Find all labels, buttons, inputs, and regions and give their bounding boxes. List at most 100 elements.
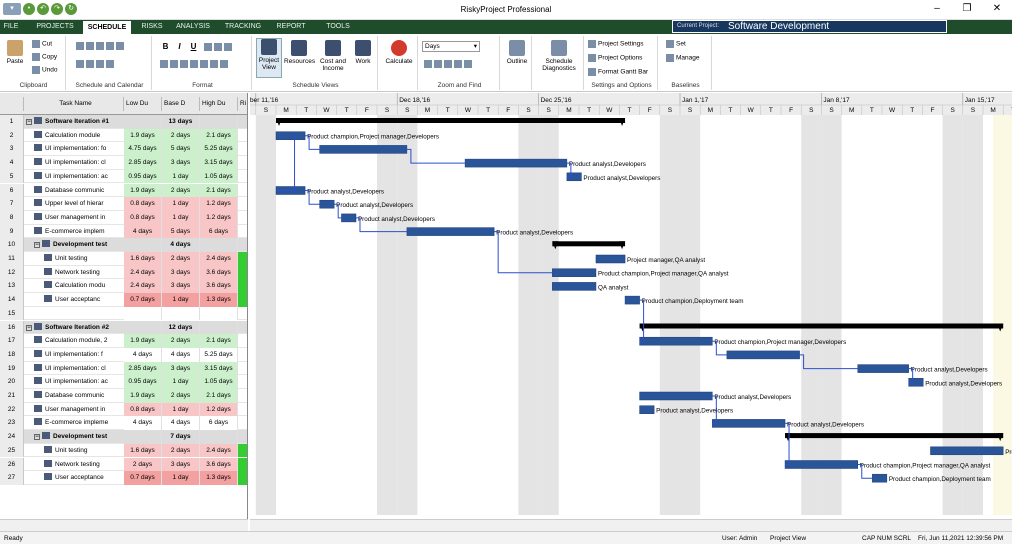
- table-row[interactable]: 24 − Development test 7 days: [0, 430, 247, 444]
- undo-button[interactable]: Undo: [32, 66, 58, 74]
- diagnostics-button[interactable]: Schedule Diagnostics: [536, 40, 582, 72]
- table-row[interactable]: 18 UI implementation: f4 days 4 days 5.25 d…: [0, 347, 247, 362]
- low-duration-cell[interactable]: 0.8 days: [124, 402, 162, 417]
- base-duration-cell[interactable]: 5 days: [162, 142, 200, 157]
- table-row[interactable]: 2 Calculation module 1.9 days 2 days 2.1 day…: [0, 128, 247, 143]
- task-name-cell[interactable]: E-commerce impleme: [26, 416, 124, 430]
- base-duration-cell[interactable]: 4 days: [162, 238, 200, 252]
- low-duration-cell[interactable]: 0.7 days: [124, 293, 162, 307]
- risk-header[interactable]: Ri: [238, 97, 247, 111]
- task-name-cell[interactable]: E-commerce implem: [26, 225, 124, 239]
- base-duration-cell[interactable]: 1 day: [162, 210, 200, 225]
- table-row[interactable]: 12 Network testing 2.4 days 3 days 3.6 days: [0, 265, 247, 280]
- high-duration-cell[interactable]: 3.6 days: [200, 457, 238, 472]
- high-duration-cell[interactable]: 2.1 days: [200, 334, 238, 348]
- goto-icon[interactable]: [464, 60, 472, 68]
- high-duration-cell[interactable]: 5.25 days: [200, 142, 238, 157]
- table-row[interactable]: 13 Calculation modu 2.4 days 3 days 3.6 days: [0, 279, 247, 294]
- base-duration-cell[interactable]: 1 day: [162, 402, 200, 417]
- task-name-cell[interactable]: User management in: [26, 211, 124, 225]
- task-name-cell[interactable]: Unit testing: [26, 444, 124, 458]
- high-duration-cell[interactable]: [200, 115, 238, 129]
- gantt-horizontal-scrollbar[interactable]: [250, 519, 1012, 531]
- high-duration-cell[interactable]: [200, 320, 238, 335]
- find-icon[interactable]: [454, 60, 462, 68]
- work-button[interactable]: Work: [352, 40, 374, 65]
- collapse-icon[interactable]: −: [34, 434, 40, 441]
- high-duration-cell[interactable]: 1.3 days: [200, 293, 238, 307]
- table-row[interactable]: 21 Database communic 1.9 days 2 days 2.1 day…: [0, 389, 247, 403]
- copy-button[interactable]: Copy: [32, 53, 57, 61]
- base-duration-cell[interactable]: 1 day: [162, 471, 200, 485]
- high-duration-cell[interactable]: [200, 238, 238, 252]
- zoom-out-icon[interactable]: [434, 60, 442, 68]
- tab-projects[interactable]: PROJECTS: [30, 20, 80, 34]
- calendar-icon[interactable]: [96, 60, 104, 68]
- base-duration-cell[interactable]: 12 days: [162, 320, 200, 335]
- paste-button[interactable]: Paste: [4, 40, 26, 65]
- task-name-cell[interactable]: Database communic: [26, 389, 124, 403]
- task-name-cell[interactable]: User acceptanc: [26, 293, 124, 307]
- task-name-cell[interactable]: − Software Iteration #2: [26, 321, 124, 335]
- move-right-icon[interactable]: [86, 60, 94, 68]
- high-duration-cell[interactable]: 3.6 days: [200, 279, 238, 294]
- low-duration-cell[interactable]: 1.9 days: [124, 334, 162, 348]
- low-duration-cell[interactable]: [124, 306, 162, 321]
- split-icon[interactable]: [116, 42, 124, 50]
- current-project-value[interactable]: Software Development: [728, 21, 829, 32]
- align-right-icon[interactable]: [224, 43, 232, 51]
- low-duration-cell[interactable]: [124, 115, 162, 129]
- zoom-in-icon[interactable]: [424, 60, 432, 68]
- low-duration-cell[interactable]: 1.9 days: [124, 183, 162, 198]
- close-icon[interactable]: ✕: [982, 0, 1012, 20]
- high-duration-cell[interactable]: [200, 306, 238, 321]
- table-row[interactable]: 16− Software Iteration #2 12 days: [0, 320, 247, 335]
- high-duration-cell[interactable]: 1.2 days: [200, 197, 238, 211]
- high-duration-cell[interactable]: 2.1 days: [200, 183, 238, 198]
- format-icon-6[interactable]: [210, 60, 218, 68]
- cost-income-button[interactable]: Cost and Income: [316, 40, 350, 72]
- base-duration-cell[interactable]: 3 days: [162, 279, 200, 294]
- tab-tools[interactable]: TOOLS: [318, 20, 358, 34]
- base-duration-cell[interactable]: 7 days: [162, 430, 200, 444]
- table-row[interactable]: 1− Software Iteration #1 13 days: [0, 115, 247, 129]
- low-duration-cell[interactable]: 2.85 days: [124, 156, 162, 170]
- low-duration-cell[interactable]: 0.95 days: [124, 169, 162, 184]
- project-settings-button[interactable]: Project Settings: [588, 40, 644, 48]
- high-duration-cell[interactable]: 1.05 days: [200, 375, 238, 389]
- table-row[interactable]: 4 UI implementation: cl 2.85 days 3 days 3.1…: [0, 156, 247, 170]
- low-duration-cell[interactable]: [124, 320, 162, 335]
- low-duration-cell[interactable]: 0.8 days: [124, 210, 162, 225]
- high-duration-cell[interactable]: 2.1 days: [200, 389, 238, 403]
- base-duration-cell[interactable]: 1 day: [162, 375, 200, 389]
- format-icon-4[interactable]: [190, 60, 198, 68]
- base-duration-cell[interactable]: 5 days: [162, 224, 200, 239]
- tab-analysis[interactable]: ANALYSIS: [172, 20, 214, 34]
- restore-icon[interactable]: ❐: [952, 0, 982, 20]
- task-name-cell[interactable]: UI implementation: ac: [26, 375, 124, 389]
- align-center-icon[interactable]: [214, 43, 222, 51]
- task-name-cell[interactable]: UI implementation: cl: [26, 156, 124, 170]
- task-info-icon[interactable]: [106, 60, 114, 68]
- high-duration-cell[interactable]: 2.4 days: [200, 252, 238, 266]
- format-icon-5[interactable]: [200, 60, 208, 68]
- table-row[interactable]: 15: [0, 306, 247, 321]
- link-icon[interactable]: [96, 42, 104, 50]
- table-row[interactable]: 10 − Development test 4 days: [0, 238, 247, 252]
- base-duration-cell[interactable]: 2 days: [162, 183, 200, 198]
- baseline-manage-button[interactable]: Manage: [666, 54, 700, 62]
- format-icon-2[interactable]: [170, 60, 178, 68]
- task-name-cell[interactable]: UI implementation: fo: [26, 142, 124, 156]
- high-duration-header[interactable]: High Du: [200, 97, 238, 111]
- base-duration-cell[interactable]: 4 days: [162, 347, 200, 362]
- low-duration-cell[interactable]: 1.9 days: [124, 389, 162, 403]
- table-row[interactable]: 9 E-commerce implem 4 days 5 days 6 days: [0, 224, 247, 239]
- tab-schedule[interactable]: SCHEDULE: [82, 20, 132, 34]
- low-duration-cell[interactable]: 1.9 days: [124, 128, 162, 143]
- align-left-icon[interactable]: [204, 43, 212, 51]
- unlink-icon[interactable]: [106, 42, 114, 50]
- low-duration-cell[interactable]: 0.7 days: [124, 471, 162, 485]
- table-row[interactable]: 26 Network testing 2 days 3 days 3.6 days: [0, 457, 247, 472]
- task-name-cell[interactable]: Calculation module: [26, 129, 124, 143]
- zoom-fit-icon[interactable]: [444, 60, 452, 68]
